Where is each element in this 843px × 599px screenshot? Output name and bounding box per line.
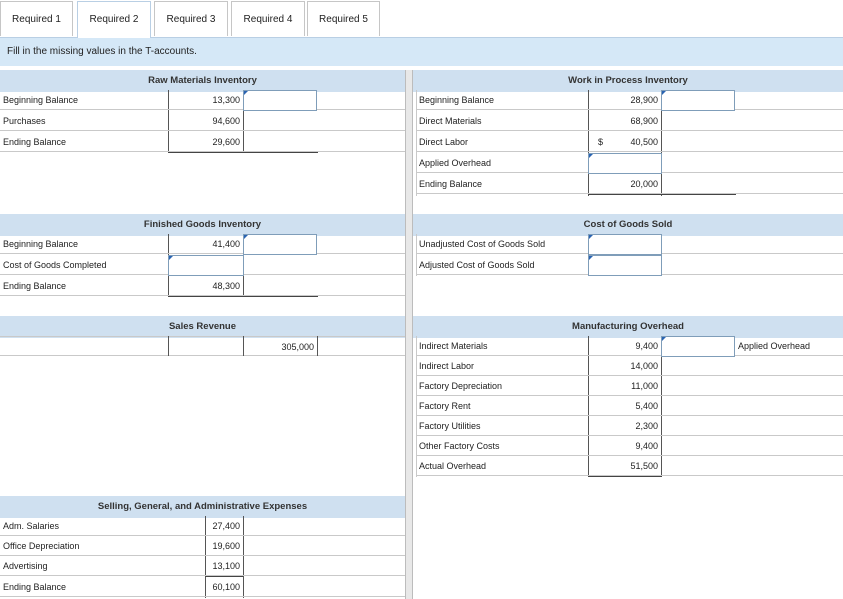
moh-row-label: Actual Overhead [419, 461, 487, 471]
fg-title: Finished Goods Inventory [143, 219, 262, 230]
wip-row-value: 40,500 [630, 137, 658, 147]
moh-credit-label: Applied Overhead [738, 341, 811, 351]
moh-title: Manufacturing Overhead [572, 321, 684, 332]
wip-row-label: Direct Materials [419, 116, 482, 126]
sga-row-label: Adm. Salaries [3, 521, 60, 531]
sga-row-label: Ending Balance [3, 582, 67, 592]
moh-row-label: Factory Utilities [419, 421, 481, 431]
wip-row-label: Applied Overhead [419, 158, 492, 168]
fg-row-value: 41,400 [212, 239, 240, 249]
center-divider [405, 70, 413, 599]
wip-row-value: 28,900 [630, 95, 658, 105]
fg-credit-input[interactable] [243, 234, 317, 255]
moh-row-value: 14,000 [630, 361, 658, 371]
rm-row-label: Beginning Balance [3, 95, 79, 105]
sga-row-label: Office Depreciation [3, 541, 80, 551]
sga-row-value: 27,400 [212, 521, 240, 531]
moh-row-label: Factory Depreciation [419, 381, 503, 391]
moh-row-value: 5,400 [635, 401, 658, 411]
sga-row-value: 13,100 [212, 561, 240, 571]
fg-row-label: Cost of Goods Completed [3, 260, 107, 270]
sales-credit-value: 305,000 [281, 342, 314, 352]
tab-required-5[interactable]: Required 5 [307, 1, 380, 36]
cogs-row-label: Adjusted Cost of Goods Sold [419, 260, 535, 270]
cogs-title: Cost of Goods Sold [583, 219, 673, 230]
wip-row-label: Beginning Balance [419, 95, 495, 105]
tab-required-3[interactable]: Required 3 [154, 1, 228, 36]
wip-row-value: 20,000 [630, 179, 658, 189]
sga-row-value: 60,100 [212, 582, 240, 592]
fg-row-value: 48,300 [212, 281, 240, 291]
moh-row-label: Factory Rent [419, 401, 471, 411]
rm-row-label: Ending Balance [3, 137, 67, 147]
moh-row-value: 2,300 [635, 421, 658, 431]
wip-row-label: Direct Labor [419, 137, 469, 147]
moh-row-value: 9,400 [635, 441, 658, 451]
wip-row-value: 68,900 [630, 116, 658, 126]
sales-title: Sales Revenue [168, 321, 237, 332]
cogs-unadjusted-input[interactable] [588, 234, 662, 255]
rm-row-value: 94,600 [212, 116, 240, 126]
rm-row-label: Purchases [3, 116, 46, 126]
moh-row-label: Other Factory Costs [419, 441, 500, 451]
wip-title: Work in Process Inventory [568, 75, 688, 86]
moh-row-label: Indirect Materials [419, 341, 488, 351]
cogs-row-label: Unadjusted Cost of Goods Sold [419, 239, 546, 249]
fg-cost-of-goods-completed-input[interactable] [168, 255, 244, 276]
moh-row-value: 9,400 [635, 341, 658, 351]
wip-credit-input[interactable] [661, 90, 735, 111]
moh-row-value: 11,000 [631, 381, 658, 391]
sga-title: Selling, General, and Administrative Exp… [97, 501, 308, 512]
cogs-adjusted-input[interactable] [588, 255, 662, 276]
instruction-text: Fill in the missing values in the T-acco… [0, 38, 843, 66]
wip-row-label: Ending Balance [419, 179, 483, 189]
moh-applied-overhead-input[interactable] [661, 336, 735, 357]
rm-credit-input[interactable] [243, 90, 317, 111]
moh-row-label: Indirect Labor [419, 361, 475, 371]
rm-row-value: 13,300 [212, 95, 240, 105]
tab-required-2[interactable]: Required 2 [77, 1, 151, 38]
wip-applied-overhead-input[interactable] [588, 153, 662, 174]
rm-row-value: 29,600 [212, 137, 240, 147]
tab-required-4[interactable]: Required 4 [231, 1, 305, 36]
sga-row-label: Advertising [3, 561, 48, 571]
rm-title: Raw Materials Inventory [148, 75, 257, 86]
tab-required-1[interactable]: Required 1 [0, 1, 73, 36]
moh-row-value: 51,500 [630, 461, 658, 471]
fg-row-label: Ending Balance [3, 281, 67, 291]
sga-row-value: 19,600 [212, 541, 240, 551]
fg-row-label: Beginning Balance [3, 239, 79, 249]
tab-bar: Required 1 Required 2 Required 3 Require… [0, 0, 843, 38]
